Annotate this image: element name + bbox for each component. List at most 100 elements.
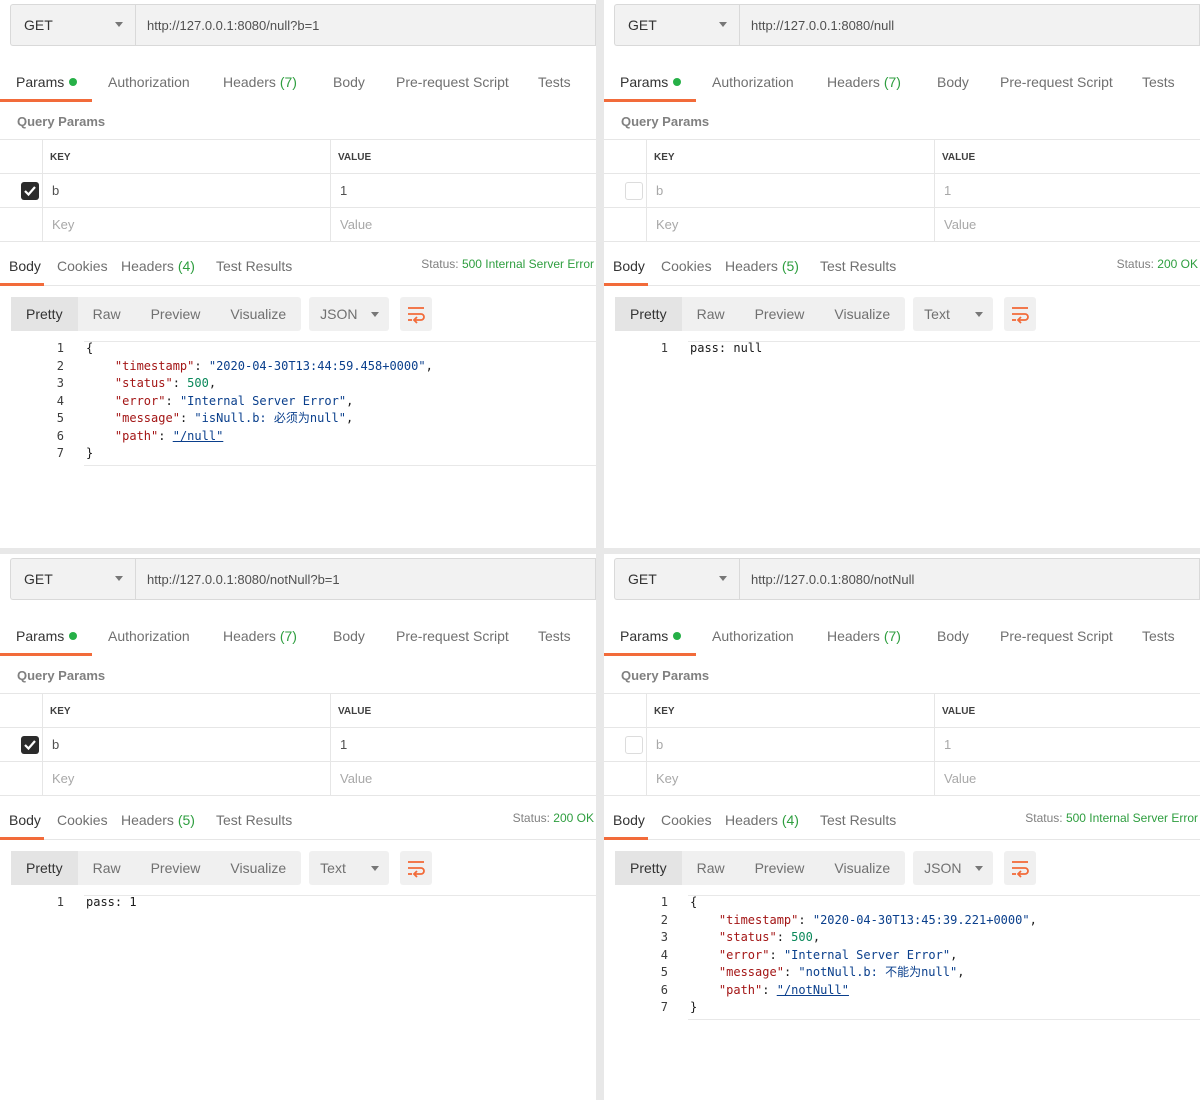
param-checkbox[interactable] — [21, 182, 39, 200]
tab-authorization[interactable]: Authorization — [108, 628, 190, 644]
res-tab-body[interactable]: Body — [613, 258, 645, 274]
res-tab-test-results[interactable]: Test Results — [820, 258, 896, 274]
res-tab-test-results[interactable]: Test Results — [820, 812, 896, 828]
view-raw-button[interactable]: Raw — [682, 297, 740, 331]
view-preview-button[interactable]: Preview — [740, 297, 820, 331]
method-select[interactable]: GET — [614, 4, 739, 46]
response-body[interactable]: 1 pass: 1 — [0, 894, 596, 912]
param-checkbox[interactable] — [625, 182, 643, 200]
key-placeholder[interactable]: Key — [52, 771, 74, 786]
line-text: "status": 500, — [114, 376, 217, 390]
view-preview-button[interactable]: Preview — [136, 297, 216, 331]
value-placeholder[interactable]: Value — [340, 217, 372, 232]
tab-headers[interactable]: Headers (7) — [827, 74, 901, 90]
tab-params[interactable]: Params — [620, 628, 682, 644]
method-select[interactable]: GET — [614, 558, 739, 600]
tab-tests[interactable]: Tests — [1142, 628, 1175, 644]
param-checkbox[interactable] — [21, 736, 39, 754]
tab-params[interactable]: Params — [620, 74, 682, 90]
tab-body[interactable]: Body — [937, 628, 969, 644]
wrap-lines-button[interactable] — [400, 297, 433, 331]
view-pretty-button[interactable]: Pretty — [11, 297, 78, 331]
res-tab-headers[interactable]: Headers (5) — [121, 812, 195, 828]
param-key[interactable]: b — [52, 183, 59, 198]
param-value[interactable]: 1 — [944, 737, 951, 752]
param-value[interactable]: 1 — [340, 737, 347, 752]
tab-tests[interactable]: Tests — [1142, 74, 1175, 90]
view-pretty-button[interactable]: Pretty — [615, 851, 682, 885]
param-value[interactable]: 1 — [944, 183, 951, 198]
res-tab-body[interactable]: Body — [9, 812, 41, 828]
tab-authorization[interactable]: Authorization — [712, 628, 794, 644]
response-toolbar: Pretty Raw Preview Visualize Text — [11, 851, 433, 885]
tab-tests[interactable]: Tests — [538, 628, 571, 644]
key-placeholder[interactable]: Key — [52, 217, 74, 232]
tab-tests[interactable]: Tests — [538, 74, 571, 90]
tab-body[interactable]: Body — [333, 628, 365, 644]
key-placeholder[interactable]: Key — [656, 217, 678, 232]
value-column-header: VALUE — [338, 152, 372, 163]
view-pretty-button[interactable]: Pretty — [11, 851, 78, 885]
value-placeholder[interactable]: Value — [340, 771, 372, 786]
response-body[interactable]: 1{2 "timestamp": "2020-04-30T13:45:39.22… — [604, 894, 1200, 1017]
line-text: } — [86, 445, 93, 463]
res-tab-body[interactable]: Body — [613, 812, 645, 828]
url-input[interactable]: http://127.0.0.1:8080/notNull — [739, 558, 1200, 600]
tab-prerequest-script[interactable]: Pre-request Script — [396, 628, 509, 644]
res-tab-headers[interactable]: Headers (5) — [725, 258, 799, 274]
param-key[interactable]: b — [52, 737, 59, 752]
tab-prerequest-script[interactable]: Pre-request Script — [1000, 628, 1113, 644]
format-select[interactable]: Text — [913, 297, 994, 331]
method-select[interactable]: GET — [10, 4, 135, 46]
res-tab-test-results[interactable]: Test Results — [216, 812, 292, 828]
key-placeholder[interactable]: Key — [656, 771, 678, 786]
value-placeholder[interactable]: Value — [944, 771, 976, 786]
view-visualize-button[interactable]: Visualize — [819, 851, 905, 885]
view-visualize-button[interactable]: Visualize — [215, 297, 301, 331]
view-pretty-button[interactable]: Pretty — [615, 297, 682, 331]
param-key[interactable]: b — [656, 737, 663, 752]
response-body[interactable]: 1{2 "timestamp": "2020-04-30T13:44:59.45… — [0, 340, 596, 463]
view-visualize-button[interactable]: Visualize — [215, 851, 301, 885]
view-preview-button[interactable]: Preview — [740, 851, 820, 885]
wrap-lines-button[interactable] — [1004, 297, 1037, 331]
tab-body[interactable]: Body — [937, 74, 969, 90]
view-raw-button[interactable]: Raw — [682, 851, 740, 885]
res-tab-cookies[interactable]: Cookies — [661, 812, 712, 828]
res-tab-cookies[interactable]: Cookies — [57, 258, 108, 274]
param-value[interactable]: 1 — [340, 183, 347, 198]
res-tab-cookies[interactable]: Cookies — [661, 258, 712, 274]
param-key[interactable]: b — [656, 183, 663, 198]
res-tab-cookies[interactable]: Cookies — [57, 812, 108, 828]
url-input[interactable]: http://127.0.0.1:8080/null?b=1 — [135, 4, 596, 46]
param-checkbox[interactable] — [625, 736, 643, 754]
wrap-lines-button[interactable] — [400, 851, 433, 885]
res-tab-test-results[interactable]: Test Results — [216, 258, 292, 274]
tab-params[interactable]: Params — [16, 74, 78, 90]
format-select[interactable]: JSON — [309, 297, 390, 331]
view-preview-button[interactable]: Preview — [136, 851, 216, 885]
tab-headers[interactable]: Headers (7) — [223, 74, 297, 90]
format-select[interactable]: JSON — [913, 851, 994, 885]
method-select[interactable]: GET — [10, 558, 135, 600]
url-input[interactable]: http://127.0.0.1:8080/null — [739, 4, 1200, 46]
view-raw-button[interactable]: Raw — [78, 851, 136, 885]
tab-authorization[interactable]: Authorization — [108, 74, 190, 90]
res-tab-body[interactable]: Body — [9, 258, 41, 274]
res-tab-headers[interactable]: Headers (4) — [121, 258, 195, 274]
view-visualize-button[interactable]: Visualize — [819, 297, 905, 331]
tab-prerequest-script[interactable]: Pre-request Script — [1000, 74, 1113, 90]
url-input[interactable]: http://127.0.0.1:8080/notNull?b=1 — [135, 558, 596, 600]
res-tab-headers[interactable]: Headers (4) — [725, 812, 799, 828]
response-body[interactable]: 1 pass: null — [604, 340, 1200, 358]
tab-authorization[interactable]: Authorization — [712, 74, 794, 90]
wrap-lines-button[interactable] — [1004, 851, 1037, 885]
tab-params[interactable]: Params — [16, 628, 78, 644]
view-raw-button[interactable]: Raw — [78, 297, 136, 331]
format-select[interactable]: Text — [309, 851, 390, 885]
tab-prerequest-script[interactable]: Pre-request Script — [396, 74, 509, 90]
tab-headers[interactable]: Headers (7) — [223, 628, 297, 644]
tab-body[interactable]: Body — [333, 74, 365, 90]
tab-headers[interactable]: Headers (7) — [827, 628, 901, 644]
value-placeholder[interactable]: Value — [944, 217, 976, 232]
